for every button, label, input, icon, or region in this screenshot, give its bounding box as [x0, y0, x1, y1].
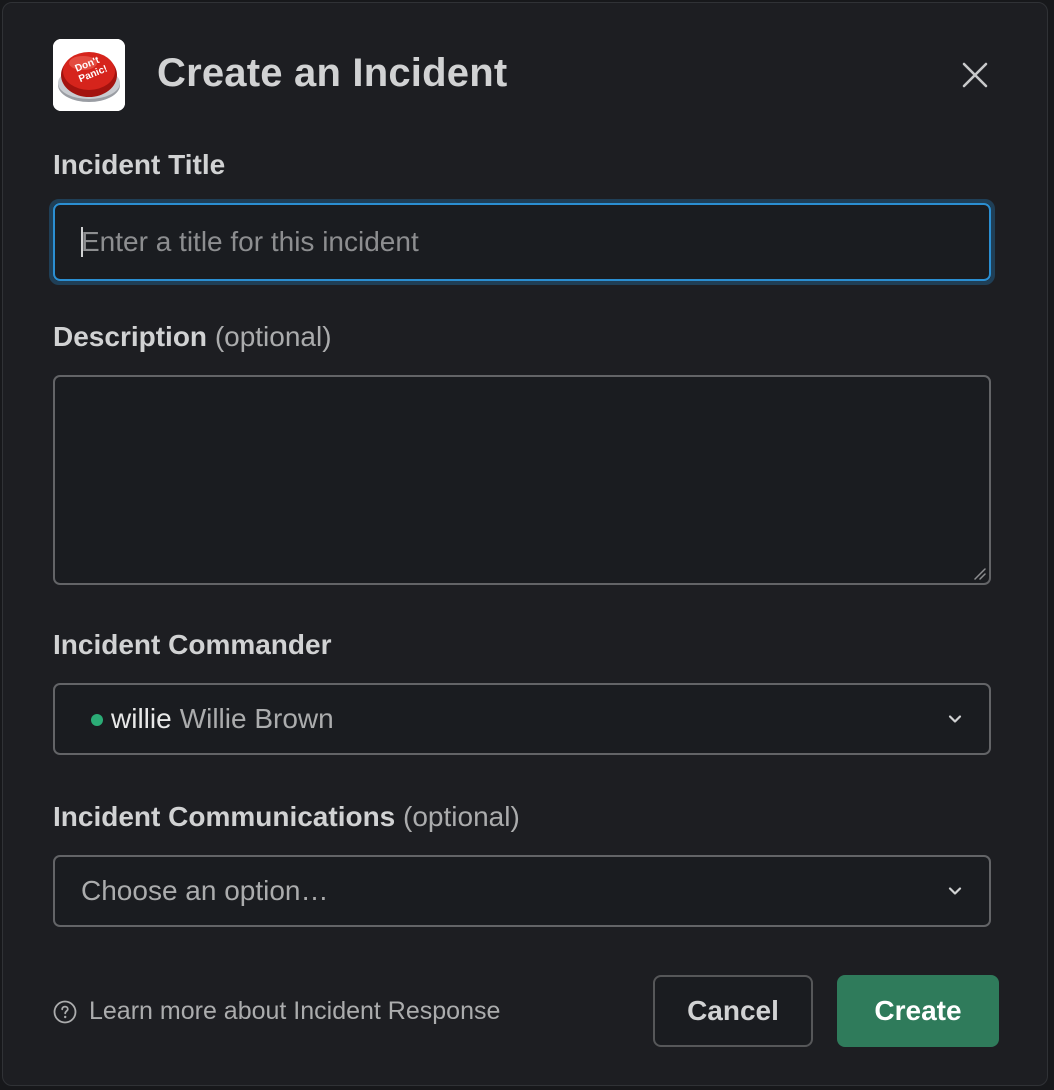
- incident-title-focus-ring: [49, 199, 995, 285]
- description-label: Description (optional): [53, 321, 332, 353]
- presence-active-icon: [91, 714, 103, 726]
- cancel-button[interactable]: Cancel: [653, 975, 813, 1047]
- communications-placeholder: Choose an option…: [81, 875, 329, 906]
- chevron-down-icon: [948, 715, 962, 723]
- create-button[interactable]: Create: [837, 975, 999, 1047]
- question-circle-icon: [53, 1000, 77, 1023]
- close-icon: [962, 62, 988, 88]
- commander-handle: willie: [111, 703, 172, 734]
- modal-title: Create an Incident: [157, 51, 508, 95]
- close-button[interactable]: [953, 53, 997, 97]
- description-label-text: Description: [53, 321, 208, 352]
- incident-title-label: Incident Title: [53, 149, 225, 181]
- text-caret: [81, 227, 83, 257]
- dont-panic-button-icon: Don't Panic!: [53, 39, 125, 111]
- incident-communications-select[interactable]: Choose an option…: [53, 855, 991, 927]
- incident-title-input[interactable]: [53, 203, 991, 281]
- commander-name: Willie Brown: [179, 703, 334, 734]
- resize-handle-icon[interactable]: [972, 566, 986, 580]
- learn-more-link[interactable]: Learn more about Incident Response: [53, 997, 500, 1026]
- incident-communications-label: Incident Communications (optional): [53, 801, 520, 833]
- communications-optional-label: (optional): [403, 801, 520, 832]
- chevron-down-icon: [948, 887, 962, 895]
- incident-commander-value: willie Willie Brown: [111, 703, 334, 735]
- incident-title-label-text: Incident Title: [53, 149, 226, 180]
- incident-communications-label-text: Incident Communications: [53, 801, 396, 832]
- create-incident-modal: Don't Panic! Create an Incident Incident…: [2, 2, 1048, 1086]
- description-optional-label: (optional): [214, 321, 332, 352]
- description-textarea[interactable]: [53, 375, 991, 585]
- learn-more-text[interactable]: Learn more about Incident Response: [89, 997, 500, 1026]
- incident-commander-label-text: Incident Commander: [53, 629, 332, 660]
- incident-commander-select[interactable]: willie Willie Brown: [53, 683, 991, 755]
- incident-commander-label: Incident Commander: [53, 629, 331, 661]
